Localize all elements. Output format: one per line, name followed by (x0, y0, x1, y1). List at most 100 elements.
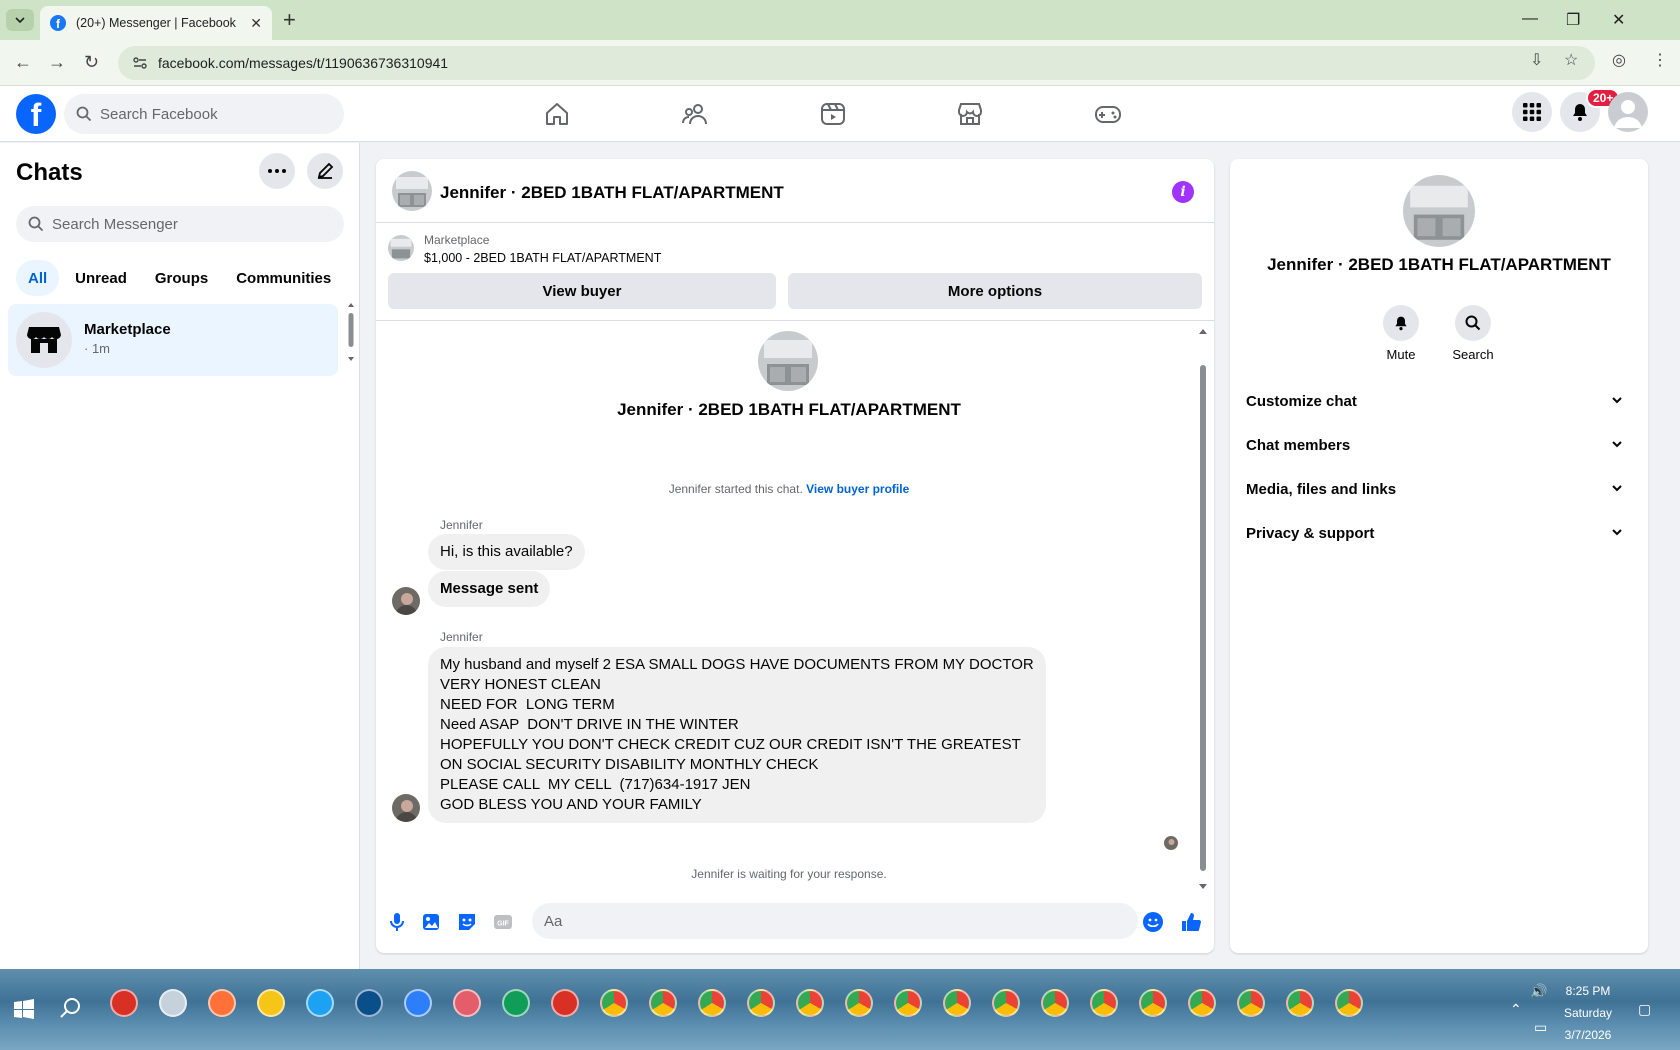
chat-members-section[interactable]: Chat members (1246, 423, 1632, 467)
url-field[interactable]: facebook.com/messages/t/1190636736310941 (118, 46, 1595, 80)
taskbar-app-icon[interactable] (355, 989, 383, 1017)
new-message-button[interactable] (307, 153, 343, 189)
message-bubble[interactable]: My husband and myself 2 ESA SMALL DOGS H… (428, 647, 1046, 823)
taskbar-app-icon[interactable] (404, 989, 432, 1017)
sender-avatar[interactable] (392, 587, 420, 615)
reload-button[interactable]: ↻ (84, 52, 99, 73)
taskbar-app-icon[interactable] (502, 989, 530, 1017)
filter-all[interactable]: All (16, 260, 60, 296)
listing-photo (1403, 175, 1475, 247)
taskbar-app-icon[interactable] (1237, 989, 1265, 1017)
listing-source-label: Marketplace (424, 233, 490, 247)
facebook-logo[interactable]: f (16, 94, 56, 134)
marketplace-icon[interactable] (956, 100, 984, 128)
thumbs-up-icon[interactable] (1180, 911, 1202, 933)
taskbar-app-icon[interactable] (1139, 989, 1167, 1017)
taskbar-app-icon[interactable] (1090, 989, 1118, 1017)
taskbar-app-icon[interactable] (698, 989, 726, 1017)
media-files-links-section[interactable]: Media, files and links (1246, 467, 1632, 511)
taskbar-app-icon[interactable] (894, 989, 922, 1017)
chevron-down-icon (1612, 441, 1622, 448)
taskbar-app-icon[interactable] (796, 989, 824, 1017)
taskbar-app-icon[interactable] (110, 989, 138, 1017)
taskbar-app-icon[interactable] (1188, 989, 1216, 1017)
message-bubble[interactable]: Message sent (428, 571, 551, 607)
conversation-avatar[interactable] (392, 171, 432, 211)
customize-chat-section[interactable]: Customize chat (1246, 379, 1632, 423)
browser-tab[interactable]: f (20+) Messenger | Facebook ✕ (40, 6, 272, 40)
taskbar-app-icon[interactable] (453, 989, 481, 1017)
account-avatar[interactable] (1608, 92, 1648, 132)
friends-icon[interactable] (681, 100, 709, 128)
privacy-support-section[interactable]: Privacy & support (1246, 511, 1632, 555)
taskbar-app-icon[interactable] (257, 989, 285, 1017)
taskbar-app-icon[interactable] (845, 989, 873, 1017)
view-buyer-button[interactable]: View buyer (388, 273, 776, 309)
emoji-icon[interactable] (1142, 911, 1164, 933)
forward-button[interactable]: → (48, 52, 66, 73)
conversation-info-button[interactable]: i (1172, 181, 1194, 203)
windows-start-icon[interactable] (14, 999, 34, 1019)
taskbar-app-icon[interactable] (208, 989, 236, 1017)
sender-avatar[interactable] (392, 794, 420, 822)
marketplace-store-icon (27, 327, 61, 353)
messenger-search-input[interactable]: Search Messenger (16, 206, 344, 242)
chat-options-button[interactable] (259, 153, 295, 189)
tray-expand-icon[interactable]: ⌃ (1510, 1001, 1522, 1018)
message-input[interactable]: Aa (532, 903, 1138, 939)
restore-button[interactable]: ❐ (1566, 10, 1580, 30)
more-options-button[interactable]: More options (788, 273, 1202, 309)
taskbar-app-icon[interactable] (306, 989, 334, 1017)
taskbar-app-icon[interactable] (992, 989, 1020, 1017)
message-line: GOD BLESS YOU AND YOUR FAMILY (440, 796, 702, 813)
tab-search-button[interactable] (6, 9, 34, 31)
message-bubble[interactable]: Hi, is this available? (428, 534, 585, 570)
close-tab-icon[interactable]: ✕ (250, 15, 262, 32)
menu-grid-button[interactable] (1512, 92, 1552, 132)
site-info-icon[interactable] (132, 55, 148, 71)
home-icon[interactable] (543, 100, 571, 128)
install-app-icon[interactable]: ⇩ (1530, 50, 1543, 70)
conversation-title[interactable]: Jennifer · 2BED 1BATH FLAT/APARTMENT (440, 183, 784, 203)
browser-menu-icon[interactable]: ⋮ (1652, 50, 1668, 70)
taskbar-clock[interactable]: 8:25 PM Saturday 3/7/2026 (1548, 980, 1628, 1046)
filter-communities[interactable]: Communities (224, 260, 343, 296)
view-buyer-profile-link[interactable]: View buyer profile (806, 482, 909, 496)
taskbar-app-icon[interactable] (600, 989, 628, 1017)
sticker-icon[interactable] (456, 911, 478, 933)
chat-list-item[interactable]: Marketplace · 1m (8, 304, 338, 376)
taskbar-app-icon[interactable] (747, 989, 775, 1017)
taskbar-search-icon[interactable] (60, 997, 82, 1019)
bookmark-star-icon[interactable]: ☆ (1564, 50, 1578, 70)
facebook-search-input[interactable]: Search Facebook (64, 94, 344, 134)
tab-title: (20+) Messenger | Facebook (76, 16, 236, 30)
gaming-icon[interactable] (1094, 100, 1122, 128)
taskbar-app-icon[interactable] (649, 989, 677, 1017)
profile-icon[interactable]: ◎ (1612, 50, 1626, 70)
microphone-icon[interactable] (386, 911, 408, 933)
volume-icon[interactable]: 🔊 (1530, 983, 1547, 1000)
network-icon[interactable]: ▭ (1534, 1019, 1547, 1036)
message-line: ON SOCIAL SECURITY DISABILITY MONTHLY CH… (440, 756, 819, 773)
thread-scrollbar[interactable] (1198, 329, 1208, 889)
action-center-icon[interactable]: ▢ (1638, 1001, 1651, 1018)
minimize-button[interactable]: — (1522, 10, 1538, 28)
chat-list-scrollbar[interactable] (347, 303, 355, 361)
facebook-favicon-icon: f (50, 15, 66, 31)
search-in-chat-button[interactable]: Search (1438, 305, 1508, 362)
taskbar-app-icon[interactable] (159, 989, 187, 1017)
gif-icon[interactable]: GIF (492, 911, 514, 933)
mute-button[interactable]: Mute (1366, 305, 1436, 362)
filter-groups[interactable]: Groups (143, 260, 220, 296)
back-button[interactable]: ← (14, 52, 32, 73)
taskbar-app-icon[interactable] (551, 989, 579, 1017)
taskbar-app-icon[interactable] (1286, 989, 1314, 1017)
taskbar-app-icon[interactable] (1335, 989, 1363, 1017)
video-icon[interactable] (819, 100, 847, 128)
filter-unread[interactable]: Unread (63, 260, 139, 296)
taskbar-app-icon[interactable] (943, 989, 971, 1017)
image-icon[interactable] (420, 911, 442, 933)
close-window-button[interactable]: ✕ (1612, 10, 1625, 30)
taskbar-app-icon[interactable] (1041, 989, 1069, 1017)
new-tab-button[interactable]: + (283, 9, 296, 31)
